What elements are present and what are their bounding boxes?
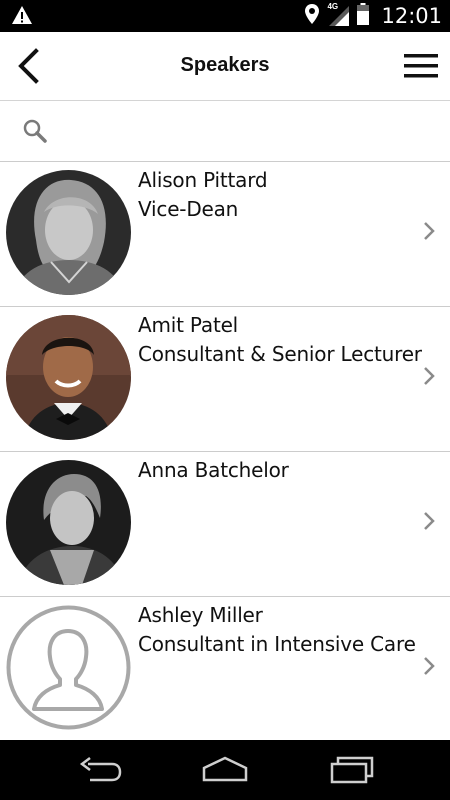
- speaker-name: Amit Patel: [138, 313, 239, 337]
- speaker-name: Ashley Miller: [138, 603, 263, 627]
- speaker-row[interactable]: Amit Patel Consultant & Senior Lecturer: [0, 307, 450, 452]
- location-icon: [305, 3, 320, 29]
- speaker-name: Anna Batchelor: [138, 458, 289, 482]
- warning-icon: [11, 5, 33, 30]
- chevron-right-icon: [422, 510, 436, 537]
- speaker-row[interactable]: Ashley Miller Consultant in Intensive Ca…: [0, 597, 450, 742]
- avatar: [6, 460, 131, 585]
- speaker-row[interactable]: Alison Pittard Vice-Dean: [0, 162, 450, 307]
- search-input[interactable]: [56, 113, 440, 151]
- speaker-role: Consultant & Senior Lecturer: [138, 342, 422, 366]
- status-icons: 4G 12:01: [305, 0, 442, 32]
- chevron-right-icon: [422, 220, 436, 247]
- signal-icon: 4G: [327, 2, 350, 26]
- speaker-role: Consultant in Intensive Care: [138, 632, 416, 656]
- avatar-placeholder-icon: [6, 605, 131, 730]
- app-header: Speakers: [0, 32, 450, 101]
- clock: 12:01: [381, 4, 442, 28]
- back-nav-icon[interactable]: [78, 754, 122, 791]
- avatar: [6, 170, 131, 295]
- search-bar: [0, 101, 450, 162]
- speaker-row[interactable]: Anna Batchelor: [0, 452, 450, 597]
- chevron-right-icon: [422, 365, 436, 392]
- home-nav-icon[interactable]: [200, 754, 250, 791]
- hamburger-menu-icon: [404, 54, 438, 78]
- page-title: Speakers: [180, 54, 270, 76]
- chevron-right-icon: [422, 655, 436, 682]
- speaker-list: Alison Pittard Vice-Dean Amit Patel Cons…: [0, 162, 450, 742]
- speaker-name: Alison Pittard: [138, 168, 268, 192]
- recents-nav-icon[interactable]: [328, 754, 374, 791]
- speaker-role: Vice-Dean: [138, 197, 239, 221]
- status-bar: 4G 12:01: [0, 0, 450, 32]
- menu-button[interactable]: [404, 52, 438, 80]
- battery-icon: [357, 2, 370, 30]
- avatar: [6, 315, 131, 440]
- search-icon: [22, 118, 48, 149]
- system-nav-bar: [0, 740, 450, 800]
